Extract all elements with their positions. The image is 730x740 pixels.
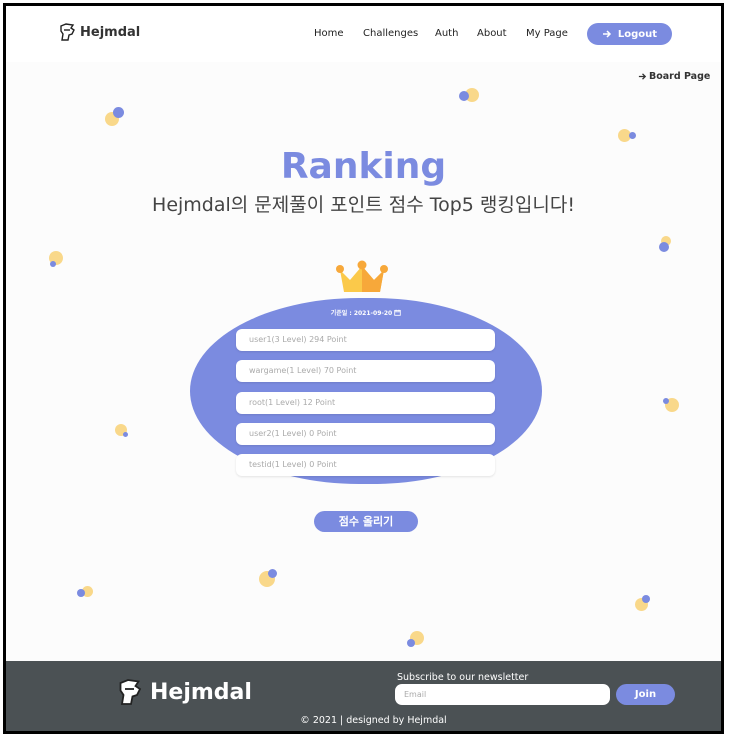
email-field[interactable] <box>395 684 610 705</box>
decor-dot <box>123 432 128 437</box>
page-subtitle: Hejmdal의 문제풀이 포인트 점수 Top5 랭킹입니다! <box>152 194 575 216</box>
crown-icon <box>336 260 388 292</box>
rank-row-3: root(1 Level) 12 Point <box>236 392 495 414</box>
join-button[interactable]: Join <box>616 684 675 705</box>
rank-row-4: user2(1 Level) 0 Point <box>236 423 495 445</box>
decor-dot <box>629 132 636 139</box>
decor-dot <box>642 595 650 603</box>
knight-logo-icon <box>119 679 142 705</box>
decor-dot <box>663 398 669 404</box>
newsletter-label: Subscribe to our newsletter <box>397 672 529 683</box>
rank-row-5: testid(1 Level) 0 Point <box>236 454 495 476</box>
decor-dot <box>459 91 469 101</box>
ranking-board: 기준일 : 2021-09-20 user1(3 Level) 294 Poin… <box>190 298 542 484</box>
logout-button[interactable]: Logout <box>587 23 672 45</box>
nav-challenges[interactable]: Challenges <box>363 28 418 39</box>
knight-logo-icon <box>60 23 75 41</box>
footer: Hejmdal Subscribe to our newsletter Join… <box>6 661 721 731</box>
nav-auth[interactable]: Auth <box>435 28 458 39</box>
ranking-date-text: 기준일 : 2021-09-20 <box>330 310 393 317</box>
raise-score-button[interactable]: 점수 올리기 <box>314 511 418 532</box>
page-frame: Hejmdal Home Challenges Auth About My Pa… <box>3 3 724 734</box>
top-nav: Hejmdal Home Challenges Auth About My Pa… <box>6 6 721 62</box>
logo-text: Hejmdal <box>80 24 141 40</box>
copyright: © 2021 | designed by Hejmdal <box>300 715 447 726</box>
rank-row-1: user1(3 Level) 294 Point <box>236 329 495 351</box>
page-title: Ranking <box>280 146 447 187</box>
logo[interactable]: Hejmdal <box>58 22 140 42</box>
decor-dot <box>50 261 56 267</box>
arrow-right-icon <box>638 73 647 80</box>
board-page-label: Board Page <box>649 71 711 82</box>
decor-dot <box>113 107 124 118</box>
footer-logo[interactable]: Hejmdal <box>116 677 252 707</box>
board-page-link[interactable]: Board Page <box>638 71 710 82</box>
calendar-icon <box>394 309 402 316</box>
decor-dot <box>77 589 85 597</box>
arrow-right-icon <box>602 30 611 38</box>
footer-logo-text: Hejmdal <box>150 679 252 705</box>
rank-row-2: wargame(1 Level) 70 Point <box>236 360 495 382</box>
decor-dot <box>659 242 669 252</box>
decor-dot <box>268 569 277 578</box>
nav-my-page[interactable]: My Page <box>526 28 568 39</box>
decor-dot <box>407 639 415 647</box>
logout-label: Logout <box>617 28 658 40</box>
ranking-date: 기준일 : 2021-09-20 <box>190 308 542 317</box>
nav-home[interactable]: Home <box>314 28 344 39</box>
nav-about[interactable]: About <box>477 28 507 39</box>
